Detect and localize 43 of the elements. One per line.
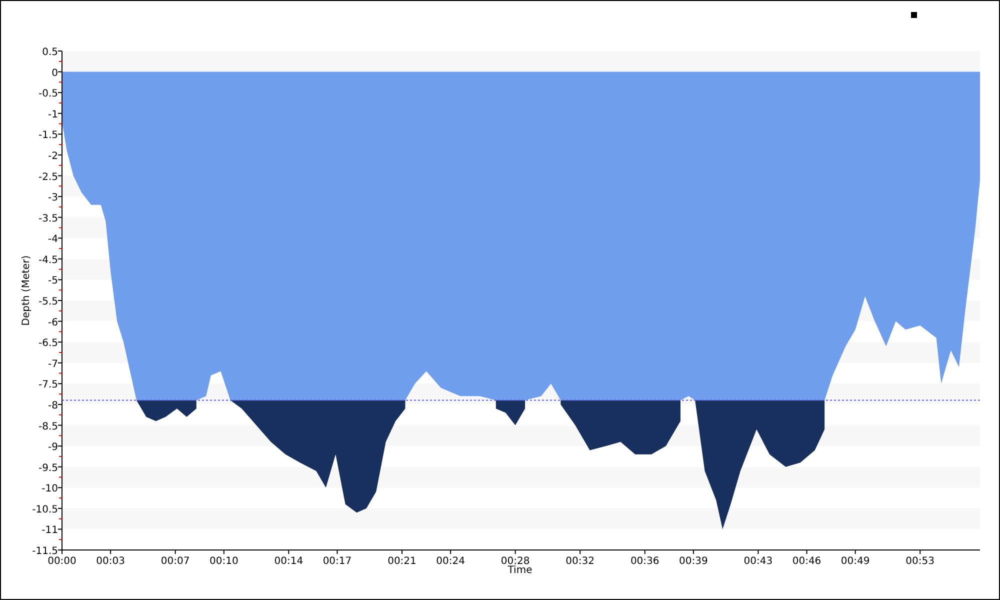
x-tick-label: 00:14 bbox=[274, 556, 304, 567]
x-tick-label: 00:24 bbox=[436, 556, 465, 567]
x-tick-label: 00:53 bbox=[906, 556, 934, 567]
x-tick-label: 00:21 bbox=[388, 556, 416, 567]
y-tick-label: -6.5 bbox=[38, 338, 58, 350]
x-tick-label: 00:36 bbox=[630, 556, 660, 567]
y-tick-label: -1 bbox=[48, 109, 58, 120]
y-tick-label: -2 bbox=[48, 150, 58, 162]
y-tick-label: -3 bbox=[48, 192, 58, 204]
x-tick-label: 00:32 bbox=[566, 556, 594, 567]
y-tick-label: -6 bbox=[48, 317, 58, 328]
x-tick-label: 00:39 bbox=[679, 556, 708, 567]
y-tick-label: -11 bbox=[42, 525, 58, 536]
y-tick-label: -10 bbox=[42, 484, 58, 495]
x-tick-label: 00:43 bbox=[744, 556, 773, 567]
legend-marker-icon bbox=[911, 12, 917, 18]
x-tick-label: 00:03 bbox=[96, 556, 125, 567]
y-tick-label: -3.5 bbox=[38, 213, 58, 224]
y-tick-label: -8 bbox=[48, 400, 58, 412]
y-tick-label: -2.5 bbox=[38, 172, 58, 183]
y-tick-label: -8.5 bbox=[38, 421, 58, 432]
y-tick-label: -9.5 bbox=[38, 462, 58, 474]
x-tick-label: 00:00 bbox=[48, 556, 76, 567]
y-tick-label: -7.5 bbox=[38, 380, 58, 391]
x-tick-label: 00:17 bbox=[322, 556, 352, 567]
x-tick-label: 00:49 bbox=[840, 556, 870, 567]
x-tick-label: 00:46 bbox=[792, 556, 822, 567]
y-tick-label: -7 bbox=[48, 358, 58, 370]
y-axis-title: Depth (Meter) bbox=[21, 255, 32, 326]
y-tick-label: -9 bbox=[48, 442, 58, 454]
y-tick-label: -5.5 bbox=[38, 296, 58, 308]
y-tick-label: 0 bbox=[52, 68, 58, 79]
y-tick-label: -10.5 bbox=[32, 504, 58, 516]
y-tick-label: -5 bbox=[48, 276, 58, 287]
x-tick-label: 00:10 bbox=[210, 556, 238, 567]
y-tick-label: -4.5 bbox=[38, 254, 58, 266]
x-axis-title: Time bbox=[508, 565, 532, 576]
y-tick-label: -11.5 bbox=[32, 546, 58, 557]
y-tick-label: -4 bbox=[48, 234, 58, 246]
y-tick-label: 0.5 bbox=[42, 47, 58, 58]
y-tick-label: -1.5 bbox=[38, 130, 58, 142]
y-tick-label: -0.5 bbox=[38, 88, 58, 100]
x-tick-label: 00:07 bbox=[160, 556, 190, 567]
